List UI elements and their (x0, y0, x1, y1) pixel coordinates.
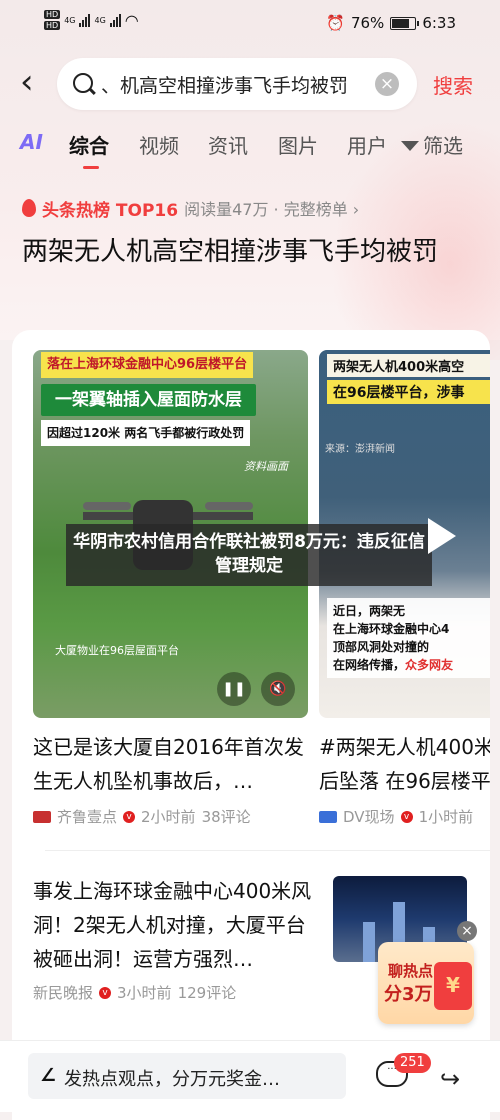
verified-icon: v (99, 986, 112, 999)
result-meta: 新民晚报 v 3小时前 129评论 (33, 984, 237, 1002)
pause-icon[interactable]: ❚❚ (217, 672, 251, 706)
result-title[interactable]: 这已是该大厦自2016年首次发生无人机坠机事故后，… (33, 730, 313, 798)
result-title[interactable]: #两架无人机400米后坠落 在96层楼平 (319, 730, 490, 798)
back-icon[interactable]: ‹ (20, 65, 50, 99)
tab-images[interactable]: 图片 (278, 130, 318, 159)
bottom-bar: ∠ 发热点观点，分万元奖金… ··· 251 ↪ (0, 1040, 500, 1112)
divider (45, 850, 490, 851)
play-icon[interactable] (428, 518, 456, 554)
tab-comprehensive[interactable]: 综合 (69, 130, 109, 169)
search-icon (73, 73, 93, 93)
verified-icon: v (123, 810, 136, 823)
comment-count-badge: 251 (394, 1053, 431, 1073)
filter-label: 筛选 (423, 134, 463, 158)
video-banner: 两架无人机400米高空 (327, 354, 490, 377)
video-subtitle-box: 近日，两架无 在上海环球金融中心4 顶部风洞处对撞的 在网络传播，众多网友 (327, 598, 490, 678)
hot-list-meta[interactable]: 阅读量47万 · 完整榜单 › (184, 196, 359, 220)
hot-list-label: 头条热榜 TOP16 (42, 200, 179, 221)
search-query[interactable]: 、机高空相撞涉事飞手均被罚 (101, 71, 371, 98)
video-caption: 资料画面 (244, 460, 288, 473)
filter-icon (401, 140, 419, 155)
tab-video[interactable]: 视频 (139, 130, 179, 159)
tab-users[interactable]: 用户 (347, 130, 387, 159)
video-banner: 落在上海环球金融中心96层楼平台 (41, 352, 254, 378)
search-button[interactable]: 搜索 (433, 70, 473, 99)
result-title[interactable]: 事发上海环球金融中心400米风洞！2架无人机对撞，大厦平台被砸出洞！运营方强烈… (33, 874, 323, 976)
news-toast[interactable]: 华阴市农村信用合作联社被罚8万元：违反征信管理规定 (66, 524, 432, 586)
wifi-icon: ◠ (124, 10, 139, 30)
clear-icon[interactable]: × (375, 72, 399, 96)
hot-list-bar[interactable]: 头条热榜 TOP16 阅读量47万 · 完整榜单 › (22, 196, 359, 221)
verified-icon: v (400, 810, 413, 823)
tab-ai[interactable]: AI (20, 130, 43, 154)
mute-icon[interactable]: 🔇 (261, 672, 295, 706)
status-bar: HD HD 4G 4G ◠ ⏰ 76% 6:33 (0, 0, 500, 46)
source-logo-icon (319, 810, 337, 823)
tab-bar: AI 综合 视频 资讯 图片 用户 筛选 (20, 130, 490, 169)
network-type: 4G (94, 15, 106, 25)
red-envelope-icon: ¥ (434, 962, 472, 1010)
signal-icon (79, 13, 91, 27)
hd-icon: HD (44, 10, 61, 19)
search-input[interactable]: 、机高空相撞涉事飞手均被罚 × (57, 58, 417, 110)
battery-percent: 76% (350, 14, 385, 32)
tab-filter[interactable]: 筛选 (401, 130, 463, 159)
network-type: 4G (64, 15, 76, 25)
flame-icon (22, 199, 36, 217)
result-meta: 齐鲁壹点 v 2小时前 38评论 (33, 806, 251, 827)
page-title: 两架无人机高空相撞涉事飞手均被罚 (22, 237, 439, 267)
tab-news[interactable]: 资讯 (208, 130, 248, 159)
promo-widget[interactable]: 聊热点 分3万 ¥ (378, 942, 474, 1024)
result-meta: DV现场 v 1小时前 (319, 806, 473, 827)
video-banner: 因超过120米 两名飞手都被行政处罚 (41, 420, 251, 446)
comment-placeholder: 发热点观点，分万元奖金… (64, 1069, 280, 1090)
video-caption: 大厦物业在96层屋面平台 (55, 644, 179, 657)
video-banner: 在96层楼平台，涉事 (327, 380, 490, 404)
header-background (0, 0, 500, 360)
battery-icon (390, 16, 420, 30)
alarm-icon: ⏰ (326, 14, 345, 32)
clock: 6:33 (422, 14, 456, 32)
close-icon[interactable]: × (457, 921, 477, 941)
promo-line1: 聊热点 (388, 962, 434, 980)
signal-icon (109, 13, 121, 27)
comment-input[interactable]: ∠ 发热点观点，分万元奖金… (28, 1053, 346, 1099)
source-logo-icon (33, 810, 51, 823)
hd-icon: HD (44, 21, 61, 30)
share-icon[interactable]: ↪ (440, 1065, 460, 1093)
video-banner: 一架翼轴插入屋面防水层 (41, 384, 256, 416)
pen-icon: ∠ (40, 1065, 57, 1086)
promo-line2: 分3万 (384, 984, 433, 1005)
video-source: 来源：澎湃新闻 (325, 444, 395, 455)
